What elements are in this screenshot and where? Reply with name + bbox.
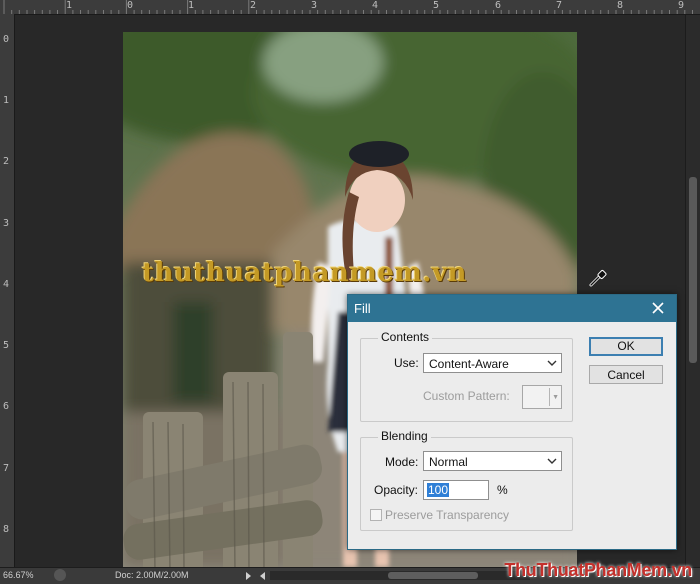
mode-select[interactable]: Normal <box>423 451 562 471</box>
use-select-value: Content-Aware <box>429 357 509 371</box>
mode-select-value: Normal <box>429 455 468 469</box>
blending-legend: Blending <box>378 429 431 443</box>
contents-group: Contents <box>360 330 573 422</box>
chevron-down-icon <box>547 360 557 366</box>
horizontal-scrollbar-thumb[interactable] <box>388 572 478 579</box>
custom-pattern-picker[interactable]: ▼ <box>522 385 562 409</box>
eyedropper-icon <box>589 270 607 287</box>
ruler-label: 1 <box>3 95 10 106</box>
contents-legend: Contents <box>378 330 433 344</box>
use-label: Use: <box>394 356 419 370</box>
ruler-label: 3 <box>3 218 10 229</box>
use-select[interactable]: Content-Aware <box>423 353 562 373</box>
preserve-transparency-checkbox[interactable] <box>370 509 382 521</box>
pattern-dropdown-icon: ▼ <box>552 394 559 401</box>
scrollbar-thumb[interactable] <box>689 177 697 363</box>
ruler-label: 0 <box>3 34 10 45</box>
close-icon[interactable] <box>648 298 668 318</box>
pattern-divider <box>549 388 550 406</box>
preserve-transparency-label: Preserve Transparency <box>385 508 510 522</box>
cancel-button[interactable]: Cancel <box>589 365 663 384</box>
scroll-left-icon[interactable] <box>258 571 268 581</box>
brand-watermark: ThuThuatPhanMem.vn <box>504 560 692 580</box>
vertical-scrollbar[interactable] <box>685 15 700 567</box>
opacity-input[interactable]: 100 <box>423 480 489 500</box>
scroll-right-icon[interactable] <box>243 571 253 581</box>
ruler-top: 1 0 1 2 3 4 5 6 7 8 9 <box>0 0 700 15</box>
chevron-down-icon <box>547 458 557 464</box>
ruler-label: 7 <box>3 463 10 474</box>
dialog-titlebar[interactable]: Fill <box>348 295 676 322</box>
ruler-top-ticks <box>3 0 693 14</box>
horizontal-scrollbar[interactable] <box>270 571 530 580</box>
custom-pattern-label: Custom Pattern: <box>423 389 510 403</box>
ruler-label: 2 <box>3 156 10 167</box>
opacity-unit: % <box>497 483 508 497</box>
status-menu-icon[interactable] <box>54 569 66 581</box>
watermark-text: thuthuatphanmem.vn <box>142 258 467 288</box>
mode-label: Mode: <box>385 455 419 469</box>
ruler-left: 0 1 2 3 4 5 6 7 8 <box>0 14 15 567</box>
ruler-label: 5 <box>3 340 10 351</box>
opacity-label: Opacity: <box>374 483 419 497</box>
ruler-label: 6 <box>3 401 10 412</box>
ruler-label: 4 <box>3 279 10 290</box>
ok-button[interactable]: OK <box>589 337 663 356</box>
dialog-title: Fill <box>354 301 371 316</box>
opacity-value: 100 <box>427 483 450 497</box>
ruler-label: 8 <box>3 524 10 535</box>
doc-size: Doc: 2.00M/2.00M <box>115 570 189 580</box>
zoom-level[interactable]: 66.67% <box>3 570 34 580</box>
